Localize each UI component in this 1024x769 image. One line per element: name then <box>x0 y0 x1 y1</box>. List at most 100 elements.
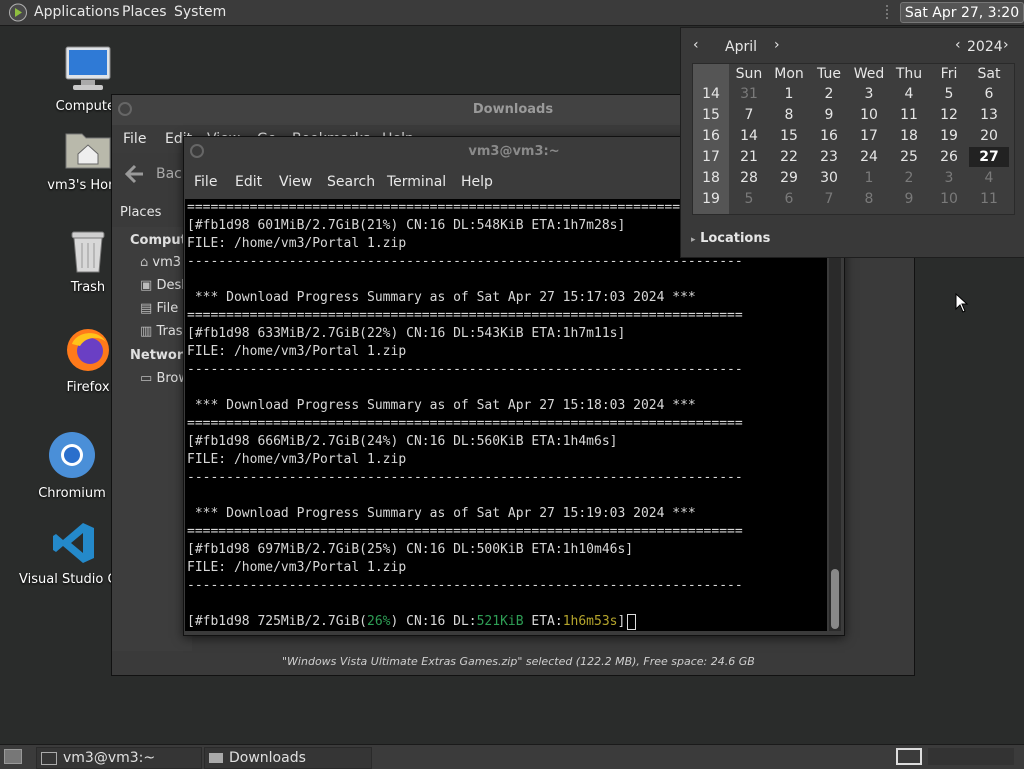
calendar-weeks: 31 1 2 3 4 5 6 7 8 9 10 11 12 13 14 15 16 17 18 19 20 21 22 23 2… <box>693 84 1014 210</box>
weekday-label: Tue <box>817 66 841 82</box>
calendar-day[interactable]: 20 <box>969 126 1009 146</box>
next-year-button[interactable]: › <box>1003 37 1009 53</box>
terminal-live-progress-line: [#fb1d98 725MiB/2.7GiB(26%) CN:16 DL:521… <box>187 613 637 631</box>
calendar-day[interactable]: 30 <box>809 168 849 188</box>
calendar-day[interactable]: 14 <box>729 126 769 146</box>
calendar-day[interactable]: 10 <box>849 105 889 125</box>
show-desktop-icon[interactable] <box>4 749 22 764</box>
prev-year-button[interactable]: ‹ <box>955 37 961 53</box>
taskbar-item-terminal[interactable]: vm3@vm3:~ <box>36 747 202 769</box>
terminal-line: FILE: /home/vm3/Portal 1.zip <box>187 344 407 359</box>
calendar-day[interactable]: 4 <box>889 84 929 104</box>
locations-label: Locations <box>700 231 771 246</box>
menu-search[interactable]: Search <box>327 174 375 190</box>
calendar-day[interactable]: 3 <box>929 168 969 188</box>
applications-menu[interactable]: Applications <box>34 4 120 20</box>
scrollbar-thumb[interactable] <box>831 569 839 629</box>
menu-help[interactable]: Help <box>461 174 493 190</box>
calendar-day[interactable]: 23 <box>809 147 849 167</box>
terminal-output[interactable]: ========================================… <box>185 199 827 631</box>
calendar-day[interactable]: 12 <box>929 105 969 125</box>
prev-month-button[interactable]: ‹ <box>693 37 699 53</box>
terminal-line: ----------------------------------------… <box>187 362 743 377</box>
live-suffix: ] <box>617 614 626 629</box>
calendar-day[interactable]: 2 <box>889 168 929 188</box>
calendar-day[interactable]: 6 <box>769 189 809 209</box>
calendar-day[interactable]: 8 <box>769 105 809 125</box>
trash-small-icon: ▥ <box>140 324 153 339</box>
calendar-day[interactable]: 19 <box>929 126 969 146</box>
file-manager-sidebar: Computer ⌂ vm3 ▣ Desktop ▤ File System ▥… <box>112 227 262 651</box>
terminal-line: [#fb1d98 633MiB/2.7GiB(22%) CN:16 DL:543… <box>187 326 626 341</box>
locations-expander[interactable]: ▸ Locations <box>691 231 770 246</box>
terminal-line: ========================================… <box>187 524 743 539</box>
calendar-day[interactable]: 27 <box>969 147 1009 167</box>
calendar-day[interactable]: 4 <box>969 168 1009 188</box>
calendar-day[interactable]: 11 <box>889 105 929 125</box>
terminal-scrollbar[interactable] <box>829 199 841 631</box>
calendar-day[interactable]: 1 <box>849 168 889 188</box>
calendar-day[interactable]: 29 <box>769 168 809 188</box>
window-menu-icon[interactable] <box>190 144 204 158</box>
calendar-day[interactable]: 22 <box>769 147 809 167</box>
window-menu-icon[interactable] <box>118 102 132 116</box>
chromium-icon <box>49 432 95 478</box>
network-icon: ▭ <box>140 371 153 386</box>
calendar-day[interactable]: 16 <box>809 126 849 146</box>
window-title: Downloads <box>472 102 554 117</box>
places-menu[interactable]: Places <box>122 4 167 20</box>
calendar-day[interactable]: 5 <box>729 189 769 209</box>
menu-view[interactable]: View <box>279 174 312 190</box>
live-mid2: ETA: <box>523 614 563 629</box>
calendar-day[interactable]: 17 <box>849 126 889 146</box>
calendar-day[interactable]: 5 <box>929 84 969 104</box>
calendar-day[interactable]: 2 <box>809 84 849 104</box>
calendar-day[interactable]: 11 <box>969 189 1009 209</box>
calendar-day[interactable]: 21 <box>729 147 769 167</box>
calendar-day[interactable]: 15 <box>769 126 809 146</box>
workspace-switcher-icon[interactable] <box>896 748 922 765</box>
vscode-icon <box>53 523 94 563</box>
home-icon: ⌂ <box>140 255 149 270</box>
live-mid1: ) CN:16 DL: <box>390 614 477 629</box>
calendar-day[interactable]: 7 <box>729 105 769 125</box>
calendar-day[interactable]: 6 <box>969 84 1009 104</box>
calendar-day[interactable]: 25 <box>889 147 929 167</box>
menu-terminal[interactable]: Terminal <box>387 174 446 190</box>
calendar-day[interactable]: 10 <box>929 189 969 209</box>
clock-applet[interactable]: Sat Apr 27, 3:20 PM <box>900 2 1024 42</box>
calendar-day[interactable]: 31 <box>729 84 769 104</box>
weekday-label: Mon <box>774 66 804 82</box>
calendar-day[interactable]: 3 <box>849 84 889 104</box>
menu-edit[interactable]: Edit <box>235 174 262 190</box>
menu-file[interactable]: File <box>194 174 217 190</box>
calendar-day[interactable]: 28 <box>729 168 769 188</box>
terminal-line: ========================================… <box>187 200 743 215</box>
next-month-button[interactable]: › <box>774 37 780 53</box>
workspace-switcher-icon[interactable] <box>928 748 1014 765</box>
calendar-day[interactable]: 24 <box>849 147 889 167</box>
expander-arrow-icon: ▸ <box>691 235 696 245</box>
calendar-day[interactable]: 1 <box>769 84 809 104</box>
top-panel: Applications Places System Sat Apr 27, 3… <box>0 0 1024 42</box>
sidebar-item-home[interactable]: ⌂ vm3 <box>140 255 181 270</box>
calendar-day[interactable]: 9 <box>809 105 849 125</box>
calendar-day[interactable]: 7 <box>809 189 849 209</box>
calendar-day[interactable]: 13 <box>969 105 1009 125</box>
calendar-day[interactable]: 18 <box>889 126 929 146</box>
back-button[interactable]: Back <box>120 161 190 187</box>
system-menu[interactable]: System <box>174 4 226 20</box>
weekday-label: Thu <box>895 66 923 82</box>
gnome-foot-icon[interactable] <box>8 3 28 22</box>
taskbar-item-downloads[interactable]: Downloads <box>204 747 372 769</box>
calendar-day[interactable]: 8 <box>849 189 889 209</box>
calendar-year: 2024 <box>967 39 1003 55</box>
weekday-label: Sat <box>977 66 1001 82</box>
calendar-day[interactable]: 26 <box>929 147 969 167</box>
calendar-day[interactable]: 9 <box>889 189 929 209</box>
menu-file[interactable]: File <box>123 131 146 147</box>
live-eta: 1h6m53s <box>562 614 618 629</box>
drive-icon: ▤ <box>140 301 153 316</box>
calendar-month: April <box>725 39 757 55</box>
places-selector[interactable]: Places <box>120 205 161 220</box>
